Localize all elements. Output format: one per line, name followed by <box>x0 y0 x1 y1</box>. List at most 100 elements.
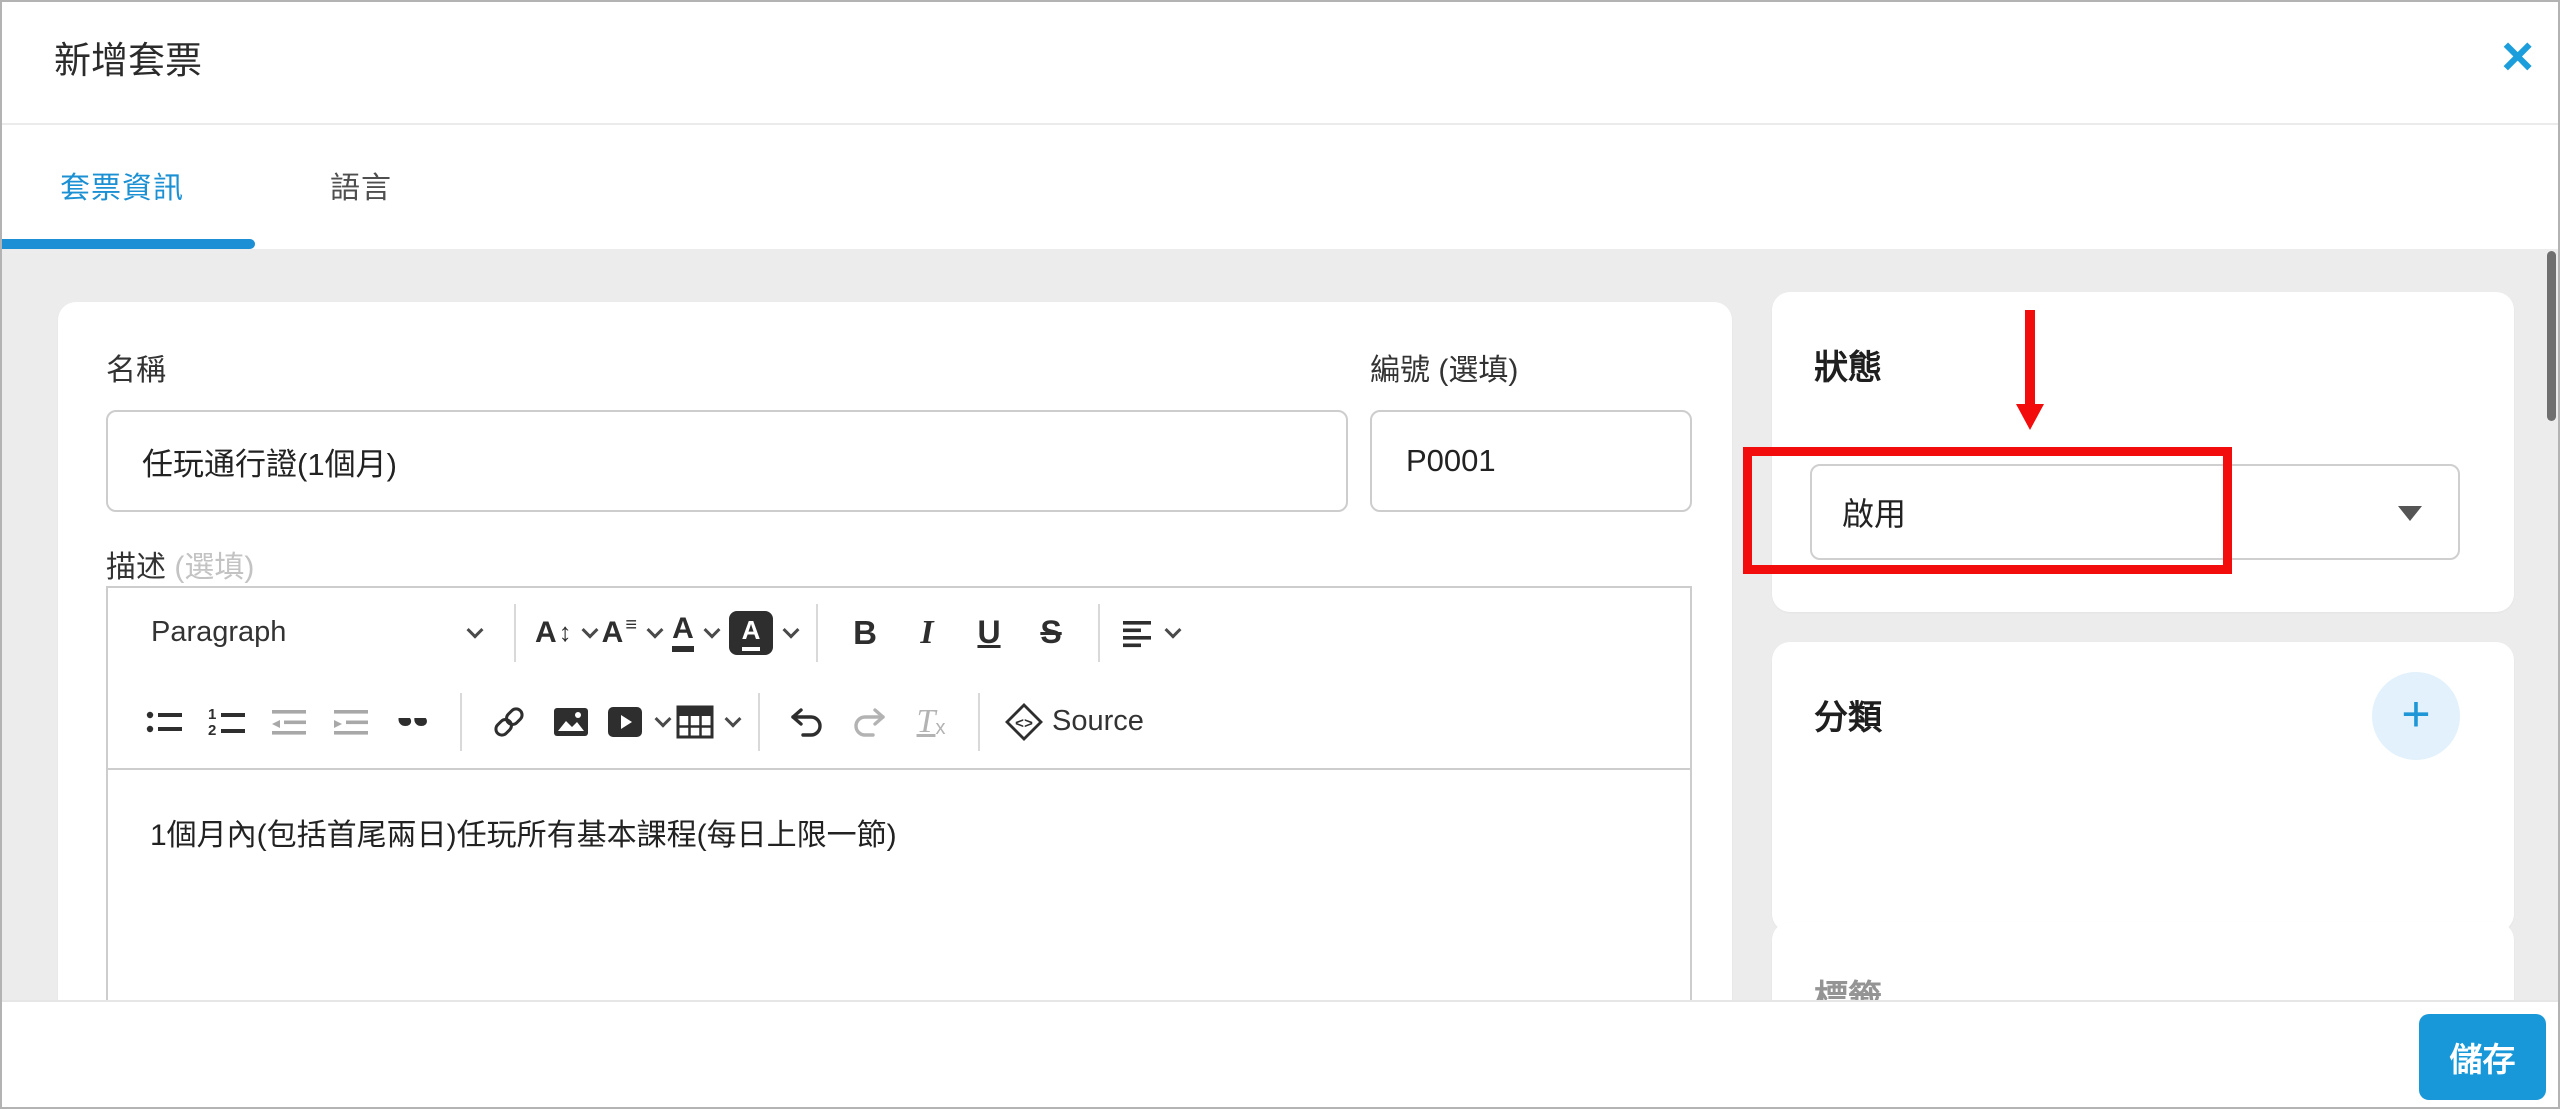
tab-package-info[interactable]: 套票資訊 <box>60 163 184 207</box>
insert-media-icon <box>605 704 645 740</box>
chevron-down-icon <box>725 710 742 727</box>
annotation-highlight-box <box>1743 447 2232 574</box>
strikethrough-button[interactable]: S <box>1023 601 1079 665</box>
toolbar-separator <box>460 693 462 751</box>
chevron-down-icon <box>581 621 598 638</box>
insert-table-button[interactable] <box>675 690 739 754</box>
description-editor: Paragraph A ↕ A ≡ <box>106 586 1692 1000</box>
toolbar-separator <box>514 604 516 662</box>
toolbar-separator <box>978 693 980 751</box>
toolbar-row-1: Paragraph A ↕ A ≡ <box>134 588 1664 677</box>
font-size-button[interactable]: A ↕ <box>535 601 596 665</box>
chevron-down-icon <box>1165 621 1182 638</box>
plus-icon: + <box>2401 685 2430 743</box>
code-input[interactable] <box>1370 410 1692 512</box>
chevron-down-icon <box>655 710 672 727</box>
source-editing-icon: <> <box>1004 702 1044 742</box>
description-label: 描述 (選填) <box>106 542 254 586</box>
increase-indent-button[interactable] <box>323 690 379 754</box>
tags-card: 標籤 <box>1772 922 2514 1000</box>
block-quote-button[interactable]: “ <box>385 690 441 754</box>
insert-image-icon <box>551 704 591 740</box>
font-color-button[interactable]: A <box>667 601 723 665</box>
link-button[interactable] <box>481 690 537 754</box>
align-left-icon <box>1119 615 1155 651</box>
bulleted-list-icon <box>145 704 185 740</box>
underline-button[interactable]: U <box>961 601 1017 665</box>
caret-down-icon <box>2398 506 2422 521</box>
undo-icon <box>787 704 827 740</box>
insert-table-icon <box>675 704 715 740</box>
decrease-indent-icon <box>268 704 310 740</box>
name-input[interactable] <box>106 410 1348 512</box>
remove-format-icon: T <box>917 703 936 741</box>
package-info-card: 名稱 編號 (選填) 描述 (選填) Paragraph <box>58 302 1732 1000</box>
chevron-down-icon <box>647 621 664 638</box>
insert-image-button[interactable] <box>543 690 599 754</box>
svg-text:1: 1 <box>208 706 216 723</box>
toolbar-row-2: 1 2 <box>134 677 1664 766</box>
active-tab-underline <box>2 239 255 249</box>
dialog-footer: 儲存 <box>2 1000 2558 1105</box>
source-editing-label: Source <box>1052 705 1144 738</box>
link-icon <box>490 703 528 741</box>
font-background-color-icon: A <box>729 611 773 655</box>
toolbar-separator <box>816 604 818 662</box>
remove-format-button[interactable]: T x <box>903 690 959 754</box>
redo-button[interactable] <box>841 690 897 754</box>
font-size-icon: A <box>535 618 557 648</box>
dialog-header: 新增套票 × <box>2 2 2558 125</box>
chevron-down-icon <box>703 621 720 638</box>
font-color-icon: A <box>672 614 694 652</box>
redo-icon <box>849 704 889 740</box>
text-alignment-button[interactable] <box>1119 601 1179 665</box>
dialog-title: 新增套票 <box>54 30 202 84</box>
description-label-text: 描述 <box>106 551 166 584</box>
font-family-button[interactable]: A ≡ <box>602 601 661 665</box>
category-card: 分類 + <box>1772 642 2514 932</box>
toolbar-separator <box>1098 604 1100 662</box>
paragraph-dropdown-label: Paragraph <box>151 616 286 649</box>
decrease-indent-button[interactable] <box>261 690 317 754</box>
dialog-content: 名稱 編號 (選填) 描述 (選填) Paragraph <box>2 249 2558 1000</box>
increase-indent-icon <box>330 704 372 740</box>
editor-toolbar: Paragraph A ↕ A ≡ <box>108 588 1690 770</box>
close-icon[interactable]: × <box>2501 16 2534 96</box>
category-label: 分類 <box>1814 690 1882 739</box>
tags-label: 標籤 <box>1814 970 1882 1000</box>
description-optional-hint: (選填) <box>174 551 254 584</box>
vertical-scrollbar[interactable] <box>2547 251 2556 421</box>
paragraph-dropdown[interactable]: Paragraph <box>137 601 495 665</box>
bold-button[interactable]: B <box>837 601 893 665</box>
toolbar-separator <box>758 693 760 751</box>
remove-format-x: x <box>935 717 945 740</box>
status-label: 狀態 <box>1814 340 1882 389</box>
font-background-color-button[interactable]: A <box>729 601 797 665</box>
numbered-list-icon: 1 2 <box>206 704 248 740</box>
insert-media-button[interactable] <box>605 690 669 754</box>
tab-bar: 套票資訊 語言 <box>2 125 2558 249</box>
chevron-down-icon <box>783 621 800 638</box>
annotation-arrow <box>2025 310 2035 406</box>
code-label: 編號 (選填) <box>1370 345 1518 389</box>
save-button[interactable]: 儲存 <box>2419 1014 2546 1100</box>
bulleted-list-button[interactable] <box>137 690 193 754</box>
annotation-arrow-head <box>2016 404 2044 430</box>
chevron-down-icon <box>467 621 484 638</box>
svg-text:2: 2 <box>208 722 216 739</box>
source-editing-button[interactable]: <> Source <box>999 690 1149 754</box>
font-family-icon: A <box>602 618 624 648</box>
undo-button[interactable] <box>779 690 835 754</box>
font-size-arrows-icon: ↕ <box>559 617 572 648</box>
numbered-list-button[interactable]: 1 2 <box>199 690 255 754</box>
description-text: 1個月內(包括首尾兩日)任玩所有基本課程(每日上限一節) <box>150 819 897 852</box>
italic-button[interactable]: I <box>899 601 955 665</box>
editor-content[interactable]: 1個月內(包括首尾兩日)任玩所有基本課程(每日上限一節) <box>108 770 1690 894</box>
block-quote-icon: “ <box>395 718 431 752</box>
name-label: 名稱 <box>106 345 166 389</box>
add-package-dialog: 新增套票 × 套票資訊 語言 名稱 編號 (選填) 描述 (選填) <box>0 0 2560 1109</box>
font-family-lines-icon: ≡ <box>625 614 637 637</box>
svg-text:<>: <> <box>1015 716 1033 733</box>
add-category-button[interactable]: + <box>2372 672 2460 760</box>
tab-language[interactable]: 語言 <box>330 163 392 207</box>
